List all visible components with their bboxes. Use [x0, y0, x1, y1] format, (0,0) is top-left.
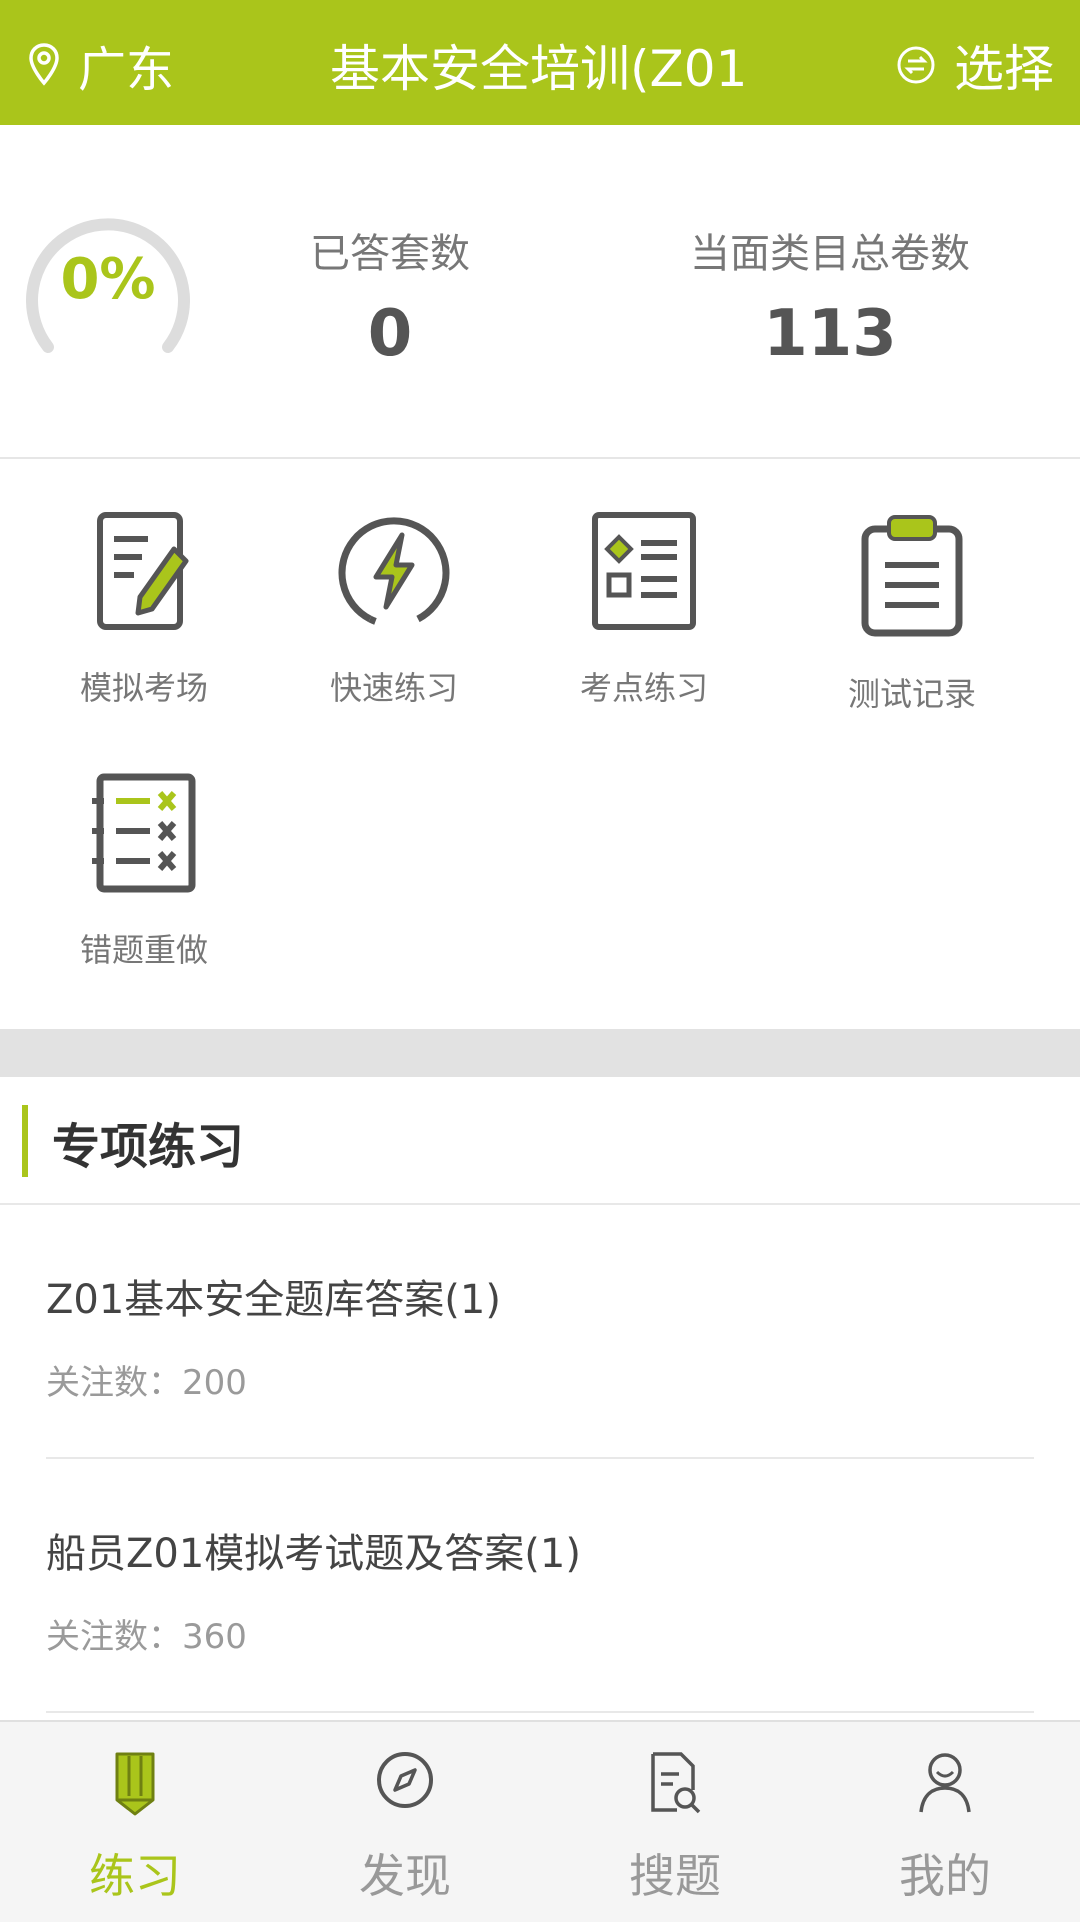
feature-label: 测试记录	[847, 675, 976, 713]
answered-stat: 已答套数 0	[290, 221, 490, 371]
user-icon	[919, 1753, 971, 1813]
total-stat: 当面类目总卷数 113	[690, 221, 970, 371]
bottom-nav: 练习 发现 搜题 我的	[0, 1720, 1080, 1922]
tab-practice[interactable]: 练习	[0, 1722, 270, 1922]
feature-key-point-practice[interactable]: 考点练习	[524, 509, 764, 709]
list-item[interactable]: Z01基本安全题库答案(1) 关注数：200	[46, 1205, 1034, 1459]
choose-button[interactable]: 选择	[896, 30, 1054, 100]
progress-percent: 0%	[60, 246, 156, 312]
feature-label: 快速练习	[329, 669, 458, 707]
feature-label: 考点练习	[579, 669, 708, 707]
tab-label: 练习	[89, 1849, 181, 1903]
location-pin-icon	[29, 43, 59, 86]
section-header: 专项练习	[0, 1077, 1080, 1205]
page-title: 基本安全培训(Z01	[330, 40, 748, 98]
answered-value: 0	[367, 297, 413, 371]
checklist-icon	[592, 512, 696, 630]
feature-grid: 模拟考场 快速练习 考点练习 测试记录 错题重做	[0, 459, 1080, 1029]
feature-label: 错题重做	[79, 931, 208, 969]
choose-label: 选择	[954, 40, 1054, 98]
item-title: Z01基本安全题库答案(1)	[46, 1277, 501, 1323]
section-accent-bar	[22, 1105, 28, 1177]
tab-mine[interactable]: 我的	[810, 1722, 1080, 1922]
tab-discover[interactable]: 发现	[270, 1722, 540, 1922]
compass-icon	[377, 1752, 433, 1808]
tab-search-question[interactable]: 搜题	[540, 1722, 810, 1922]
item-follow-count: 关注数：200	[46, 1363, 247, 1403]
answered-label: 已答套数	[310, 231, 470, 277]
lightning-icon	[338, 517, 450, 629]
tab-label: 我的	[899, 1849, 991, 1903]
top-bar: 广东 基本安全培训(Z01 选择	[0, 0, 1080, 125]
location-selector[interactable]: 广东	[28, 30, 174, 100]
total-value: 113	[763, 297, 897, 371]
wrong-list-icon	[92, 773, 196, 893]
feature-test-records[interactable]: 测试记录	[792, 509, 1032, 715]
item-title: 船员Z01模拟考试题及答案(1)	[46, 1531, 581, 1577]
tab-label: 搜题	[629, 1849, 721, 1903]
tab-label: 发现	[359, 1849, 451, 1903]
list-item[interactable]: 船员Z01模拟考试题及答案(1) 关注数：360	[46, 1459, 1034, 1713]
feature-mock-exam[interactable]: 模拟考场	[24, 509, 264, 709]
pencil-icon	[115, 1752, 155, 1816]
feature-label: 模拟考场	[79, 669, 208, 707]
exam-pencil-icon	[97, 512, 189, 630]
clipboard-icon	[861, 515, 963, 637]
feature-redo-wrong[interactable]: 错题重做	[24, 771, 264, 971]
location-label: 广东	[78, 42, 175, 98]
item-follow-count: 关注数：360	[46, 1617, 247, 1657]
practice-list: Z01基本安全题库答案(1) 关注数：200 船员Z01模拟考试题及答案(1) …	[0, 1205, 1080, 1713]
section-title: 专项练习	[52, 1119, 245, 1175]
stats-panel: 0% 已答套数 0 当面类目总卷数 113	[0, 125, 1080, 459]
feature-quick-practice[interactable]: 快速练习	[274, 509, 514, 709]
progress-ring: 0%	[26, 197, 190, 361]
switch-icon	[897, 46, 935, 84]
section-divider	[0, 1029, 1080, 1077]
total-label: 当面类目总卷数	[690, 231, 970, 277]
document-search-icon	[651, 1752, 701, 1814]
